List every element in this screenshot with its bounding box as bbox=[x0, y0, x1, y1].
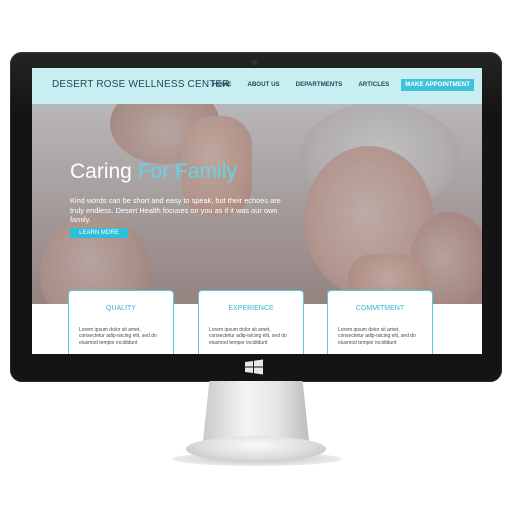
feature-text: Lorem ipsum dolor sit amet, consectetur … bbox=[338, 327, 416, 346]
nav-home[interactable]: HOME bbox=[213, 79, 232, 91]
feature-text: Lorem ipsum dolor sit amet, consectetur … bbox=[79, 327, 157, 346]
feature-title: QUALITY bbox=[106, 305, 136, 312]
feature-card-quality: QUALITY Lorem ipsum dolor sit amet, cons… bbox=[68, 290, 174, 354]
feature-text: Lorem ipsum dolor sit amet, consectetur … bbox=[209, 327, 287, 346]
site-header: DESERT ROSE WELLNESS CENTER HOME ABOUT U… bbox=[32, 68, 482, 104]
feature-title: COMMITMENT bbox=[355, 305, 405, 312]
feature-card-commitment: COMMITMENT Lorem ipsum dolor sit amet, c… bbox=[327, 290, 433, 354]
hero-title: Caring For Family bbox=[70, 160, 237, 184]
hero-text: Kind words can be short and easy to spea… bbox=[70, 196, 281, 224]
windows-logo-icon bbox=[245, 359, 263, 375]
learn-more-button[interactable]: LEARN MORE bbox=[70, 228, 128, 238]
nav-about-us[interactable]: ABOUT US bbox=[247, 79, 279, 91]
nav-departments[interactable]: DEPARTMENTS bbox=[296, 79, 343, 91]
feature-card-experience: EXPERIENCE Lorem ipsum dolor sit amet, c… bbox=[198, 290, 304, 354]
hero-section: Caring For Family Kind words can be shor… bbox=[32, 104, 482, 304]
make-appointment-button[interactable]: MAKE APPOINTMENT bbox=[401, 79, 474, 91]
features-section: QUALITY Lorem ipsum dolor sit amet, cons… bbox=[32, 290, 482, 354]
monitor-stand-neck bbox=[203, 381, 309, 441]
feature-title: EXPERIENCE bbox=[228, 305, 274, 312]
website-screen: DESERT ROSE WELLNESS CENTER HOME ABOUT U… bbox=[32, 68, 482, 354]
hero-title-accent: For Family bbox=[137, 160, 237, 183]
nav-articles[interactable]: ARTICLES bbox=[358, 79, 389, 91]
hero-title-main: Caring bbox=[70, 160, 138, 183]
main-nav: HOME ABOUT US DEPARTMENTS ARTICLES MAKE … bbox=[197, 79, 474, 91]
webcam-icon bbox=[252, 60, 257, 65]
monitor-stand-base bbox=[186, 436, 326, 462]
